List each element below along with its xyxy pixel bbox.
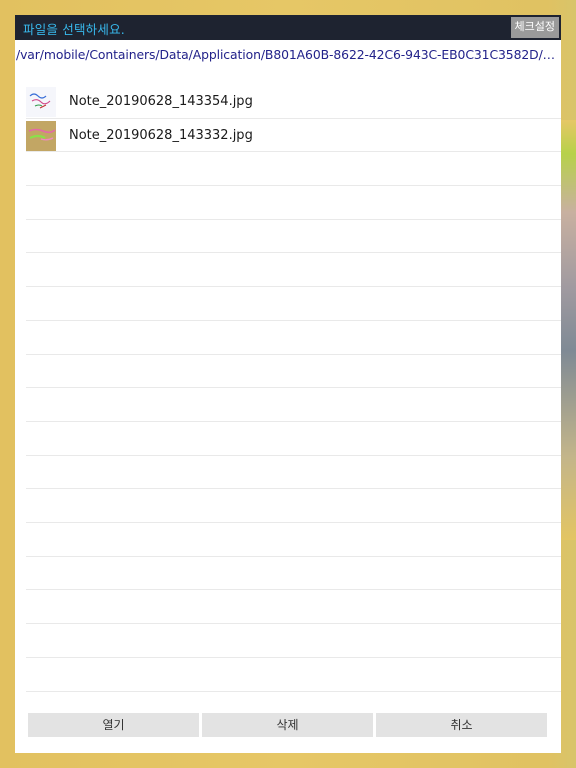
empty-row [26, 456, 561, 490]
empty-row [26, 489, 561, 524]
file-row[interactable]: Note_20190628_143332.jpg [26, 119, 561, 153]
image-thumbnail-icon [26, 120, 56, 151]
empty-row [26, 321, 561, 355]
empty-row [26, 624, 561, 658]
empty-row [26, 287, 561, 321]
check-settings-button[interactable]: 체크설정 [510, 17, 559, 38]
empty-row [26, 220, 561, 254]
empty-row [26, 186, 561, 220]
file-row[interactable]: Note_20190628_143354.jpg [26, 85, 561, 119]
empty-row [26, 591, 561, 625]
empty-row [26, 523, 561, 557]
file-name: Note_20190628_143332.jpg [69, 127, 253, 143]
title-bar: 파일을 선택하세요. 체크설정 [15, 15, 561, 40]
empty-row [26, 388, 561, 422]
delete-button[interactable]: 삭제 [202, 713, 373, 737]
dialog-title: 파일을 선택하세요. [23, 22, 125, 37]
background-edge-streak [560, 120, 576, 540]
button-bar: 열기 삭제 취소 [28, 713, 548, 737]
file-name: Note_20190628_143354.jpg [69, 94, 253, 109]
empty-row [26, 152, 561, 187]
file-picker-dialog: 파일을 선택하세요. 체크설정 /var/mobile/Containers/D… [15, 15, 561, 753]
empty-row [26, 254, 561, 288]
current-path: /var/mobile/Containers/Data/Application/… [16, 47, 561, 62]
open-button[interactable]: 열기 [28, 713, 199, 737]
empty-row [26, 557, 561, 591]
file-list[interactable]: Note_20190628_143354.jpg Note_20190628_1… [26, 85, 561, 692]
empty-row [26, 355, 561, 389]
empty-row [26, 658, 561, 692]
cancel-button[interactable]: 취소 [376, 713, 547, 737]
image-thumbnail-icon [26, 87, 56, 117]
empty-row [26, 422, 561, 456]
